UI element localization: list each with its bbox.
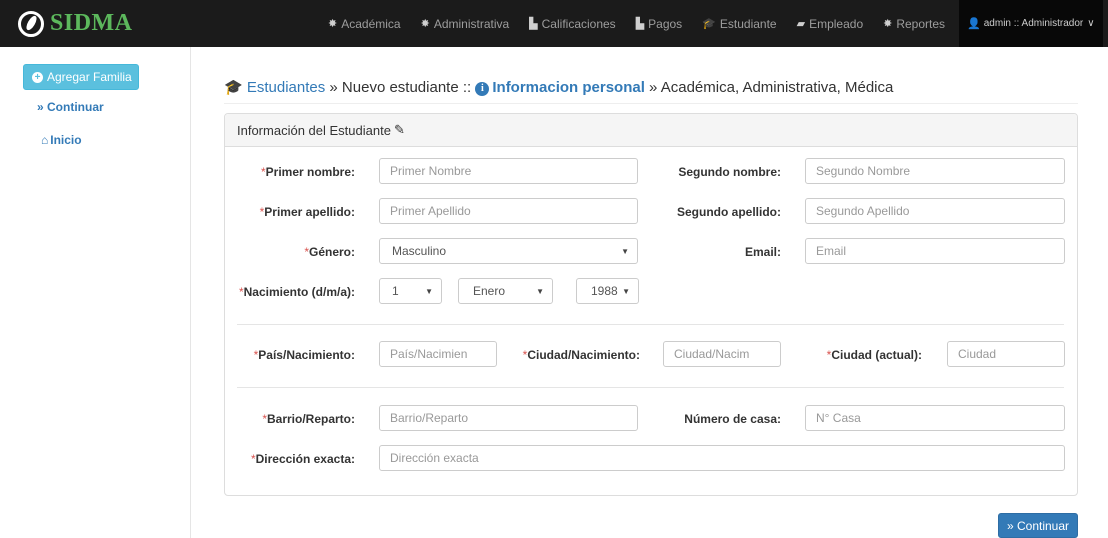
user-name: admin :: Administrador — [983, 18, 1084, 29]
genero-select[interactable]: Masculino ▼ — [379, 238, 638, 264]
breadcrumb: 🎓 Estudiantes » Nuevo estudiante :: i Inf… — [224, 78, 893, 96]
divider — [224, 103, 1078, 104]
numero-casa-input[interactable] — [805, 405, 1065, 431]
email-label: Email: — [744, 245, 781, 259]
nav-item-label: Académica — [341, 16, 401, 31]
section-divider — [237, 324, 1064, 325]
direccion-input[interactable] — [379, 445, 1065, 471]
birth-year-select[interactable]: 1988 ▼ — [576, 278, 639, 304]
primer-nombre-label: *Primer nombre: — [260, 165, 355, 179]
nav-item-label: Estudiante — [719, 16, 777, 31]
pais-nacimiento-label: *País/Nacimiento: — [253, 348, 355, 362]
top-navbar: SIDMA ✸ Académica ✸ Administrativa ▙ Cal… — [0, 0, 1108, 47]
caret-down-icon: ▼ — [622, 286, 630, 296]
file-icon: ▙ — [529, 18, 538, 30]
ciudad-actual-input[interactable] — [947, 341, 1065, 367]
brand-name: SIDMA — [50, 10, 133, 36]
home-icon: ⌂ — [41, 133, 49, 147]
user-icon: 👤 — [967, 18, 981, 30]
birth-day-select[interactable]: 1 ▼ — [379, 278, 442, 304]
breadcrumb-nuevo: » Nuevo estudiante :: — [325, 79, 476, 96]
graduation-cap-icon: 🎓 — [224, 79, 243, 96]
nav-item-pagos[interactable]: ▙ Pagos — [626, 17, 693, 31]
info-circle-icon: i — [475, 82, 490, 96]
gear-icon: ✸ — [883, 18, 893, 30]
segundo-nombre-label: Segundo nombre: — [678, 165, 781, 179]
user-menu[interactable]: 👤 admin :: Administrador ∨ — [959, 0, 1103, 47]
chevron-down-icon: ∨ — [1087, 18, 1095, 29]
genero-label: *Género: — [304, 245, 355, 259]
sidebar: + Agregar Familia » Continuar ⌂ Inicio — [0, 47, 191, 538]
nav-item-academica[interactable]: ✸ Académica — [318, 17, 411, 31]
breadcrumb-estudiantes[interactable]: Estudiantes — [247, 79, 325, 96]
barrio-input[interactable] — [379, 405, 638, 431]
pencil-icon: ✎ — [393, 122, 405, 137]
segundo-apellido-label: Segundo apellido: — [677, 205, 781, 219]
primer-nombre-input[interactable] — [379, 158, 638, 184]
breadcrumb-info-personal: Informacion personal — [492, 79, 645, 96]
sidma-logo-icon — [18, 10, 44, 37]
section-divider — [237, 387, 1064, 388]
nav-item-label: Reportes — [896, 16, 946, 31]
gear-icon: ✸ — [420, 18, 430, 30]
nav-item-estudiante[interactable]: 🎓 Estudiante — [692, 17, 786, 31]
ciudad-actual-label: *Ciudad (actual): — [826, 348, 922, 362]
file-icon: ▙ — [635, 18, 645, 30]
nav-item-reportes[interactable]: ✸ Reportes — [873, 17, 955, 31]
nav-item-label: Administrativa — [433, 16, 510, 31]
genero-value: Masculino — [392, 244, 447, 258]
birth-month-select[interactable]: Enero ▼ — [458, 278, 553, 304]
birth-year-value: 1988 — [591, 284, 618, 298]
sidebar-link-inicio[interactable]: ⌂ Inicio — [41, 133, 82, 147]
caret-down-icon: ▼ — [425, 286, 433, 296]
segundo-nombre-input[interactable] — [805, 158, 1065, 184]
pais-nacimiento-input[interactable] — [379, 341, 497, 367]
ciudad-nacimiento-input[interactable] — [663, 341, 781, 367]
graduation-cap-icon: 🎓 — [702, 18, 716, 30]
main-menu: ✸ Académica ✸ Administrativa ▙ Calificac… — [318, 0, 1103, 47]
birth-day-value: 1 — [392, 284, 399, 298]
gear-icon: ✸ — [328, 18, 338, 30]
brand[interactable]: SIDMA — [18, 10, 288, 37]
nav-item-label: Pagos — [648, 16, 683, 31]
sidebar-link-continuar[interactable]: » Continuar — [37, 100, 104, 114]
add-family-label: Agregar Familia — [47, 70, 132, 84]
nav-item-label: Empleado — [809, 16, 864, 31]
direccion-label: *Dirección exacta: — [250, 452, 355, 466]
nav-item-empleado[interactable]: ▰ Empleado — [787, 17, 874, 31]
continue-button[interactable]: » Continuar — [998, 513, 1078, 538]
add-family-button[interactable]: + Agregar Familia — [23, 64, 139, 90]
plus-circle-icon: + — [32, 71, 43, 83]
panel-heading: Información del Estudiante ✎ — [225, 114, 1077, 147]
email-input[interactable] — [805, 238, 1065, 264]
nav-item-calificaciones[interactable]: ▙ Calificaciones — [519, 17, 626, 31]
numero-casa-label: Número de casa: — [684, 412, 781, 426]
ciudad-nacimiento-label: *Ciudad/Nacimiento: — [522, 348, 640, 362]
primer-apellido-label: *Primer apellido: — [259, 205, 355, 219]
nav-item-administrativa[interactable]: ✸ Administrativa — [411, 17, 520, 31]
barrio-label: *Barrio/Reparto: — [262, 412, 355, 426]
sidebar-link-label: Inicio — [50, 133, 82, 147]
segundo-apellido-input[interactable] — [805, 198, 1065, 224]
caret-down-icon: ▼ — [536, 286, 544, 296]
breadcrumb-rest: » Académica, Administrativa, Médica — [644, 79, 894, 96]
caret-down-icon: ▼ — [621, 246, 629, 256]
birth-month-value: Enero — [473, 284, 506, 298]
folder-open-icon: ▰ — [796, 18, 806, 30]
primer-apellido-input[interactable] — [379, 198, 638, 224]
panel-title: Información del Estudiante — [237, 122, 391, 138]
nacimiento-label: *Nacimiento (d/m/a): — [238, 285, 355, 299]
nav-item-label: Calificaciones — [541, 16, 616, 31]
